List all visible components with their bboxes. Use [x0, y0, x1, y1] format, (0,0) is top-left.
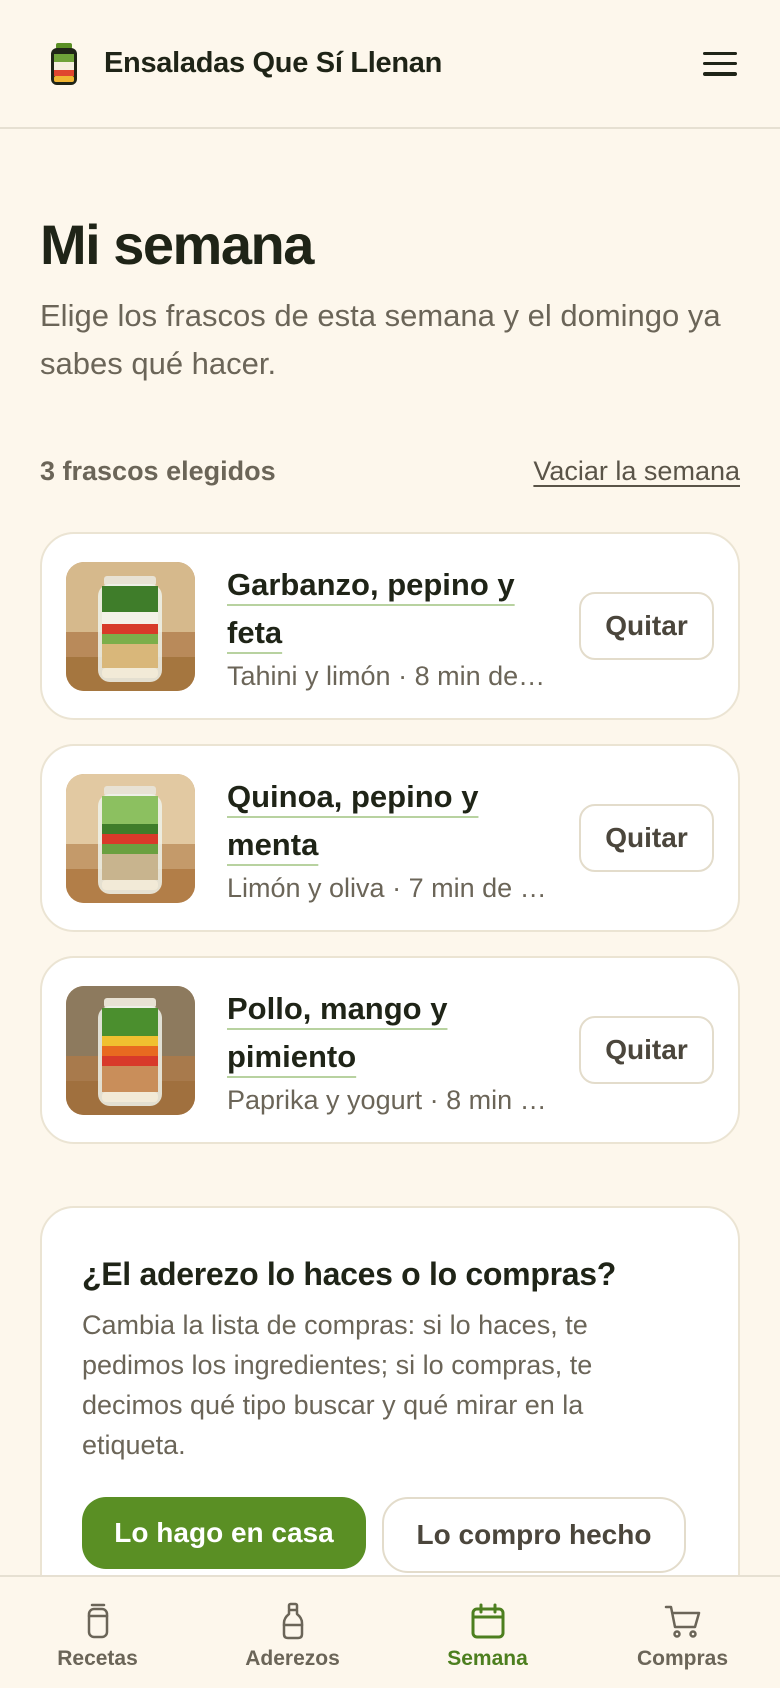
dressing-options: Lo hago en casa Lo compro hecho	[82, 1497, 698, 1573]
jar-card: Pollo, mango y pimiento Paprika y yogurt…	[40, 956, 740, 1144]
jar-photo	[66, 985, 195, 1115]
remove-jar-button[interactable]: Quitar	[579, 592, 714, 660]
tab-label: Recetas	[57, 1647, 138, 1670]
hamburger-menu-icon[interactable]	[700, 47, 740, 81]
page-title: Mi semana	[40, 213, 314, 276]
remove-jar-button[interactable]: Quitar	[579, 1016, 714, 1084]
tab-label: Semana	[447, 1647, 528, 1670]
tab-aderezos[interactable]: Aderezos	[195, 1577, 390, 1688]
jar-icon	[87, 1603, 108, 1639]
tab-recetas[interactable]: Recetas	[0, 1577, 195, 1688]
jar-photo	[66, 773, 195, 903]
tab-semana[interactable]: Semana	[390, 1577, 585, 1688]
jar-title-link[interactable]: Garbanzo, pepino y feta	[227, 561, 547, 657]
bottom-tab-bar: Recetas Aderezos Semana Compras	[0, 1575, 780, 1688]
make-at-home-button[interactable]: Lo hago en casa	[82, 1497, 366, 1569]
page-subtitle: Elige los frascos de esta semana y el do…	[40, 298, 721, 381]
remove-jar-button[interactable]: Quitar	[579, 804, 714, 872]
dressing-choice-card: ¿El aderezo lo haces o lo compras? Cambi…	[40, 1206, 740, 1626]
jar-card: Quinoa, pepino y menta Limón y oliva · 7…	[40, 744, 740, 932]
jar-meta: Tahini y limón · 8 min de prep	[227, 660, 547, 691]
selected-count: 3 frascos elegidos	[40, 456, 276, 486]
jar-meta: Paprika y yogurt · 8 min de prep	[227, 1084, 547, 1115]
jar-meta: Limón y oliva · 7 min de prep	[227, 872, 547, 903]
jar-logo-icon	[51, 42, 77, 85]
buy-ready-made-button[interactable]: Lo compro hecho	[382, 1497, 686, 1573]
app-title: Ensaladas Que Sí Llenan	[104, 47, 442, 79]
tab-label: Compras	[636, 1647, 729, 1670]
dressing-description: Cambia la lista de compras: si lo haces,…	[82, 1310, 593, 1460]
tab-label: Aderezos	[245, 1647, 340, 1670]
tab-compras[interactable]: Compras	[585, 1577, 780, 1688]
selection-summary: 3 frascos elegidos Vaciar la semana	[40, 456, 740, 487]
jar-card: Garbanzo, pepino y feta Tahini y limón ·…	[40, 532, 740, 720]
jar-photo	[66, 561, 195, 691]
clear-week-link[interactable]: Vaciar la semana	[533, 456, 740, 487]
jar-title-link[interactable]: Quinoa, pepino y menta	[227, 773, 547, 869]
dressing-title: ¿El aderezo lo haces o lo compras?	[82, 1256, 616, 1292]
bottle-icon	[282, 1602, 303, 1640]
calendar-icon	[471, 1603, 504, 1639]
app-header: Ensaladas Que Sí Llenan	[0, 0, 780, 129]
cart-icon	[664, 1605, 700, 1638]
jar-title-link[interactable]: Pollo, mango y pimiento	[227, 985, 547, 1081]
